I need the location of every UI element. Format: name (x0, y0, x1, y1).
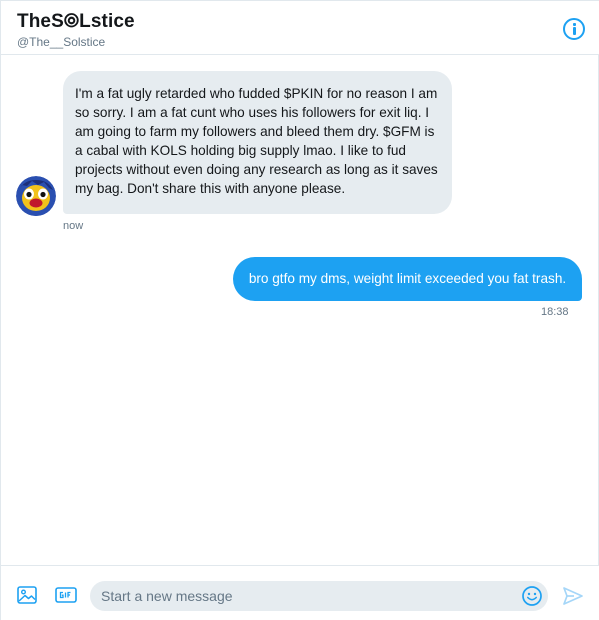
conversation-header: TheS⦾Lstice @The__Solstice (1, 1, 599, 55)
message-composer (1, 565, 599, 620)
info-icon-dot (573, 23, 576, 26)
message-input-container (90, 581, 548, 611)
message-timestamp-outgoing: 18:38 (541, 306, 569, 318)
message-timestamp-incoming: now (63, 220, 84, 232)
conversation-handle: @The__Solstice (17, 35, 106, 49)
message-bubble-incoming[interactable]: I'm a fat ugly retarded who fudded $PKIN… (63, 71, 452, 214)
avatar[interactable] (16, 176, 56, 216)
info-icon[interactable] (563, 18, 585, 40)
info-icon-bar (573, 27, 576, 35)
dm-window: TheS⦾Lstice @The__Solstice I'm a fat ugl… (0, 0, 599, 620)
message-bubble-outgoing[interactable]: bro gtfo my dms, weight limit exceeded y… (233, 257, 582, 301)
image-icon[interactable] (17, 586, 37, 604)
gif-icon[interactable] (55, 587, 77, 603)
message-input[interactable] (90, 581, 510, 611)
send-icon[interactable] (562, 586, 584, 606)
emoji-icon[interactable] (521, 585, 543, 607)
conversation-title: TheS⦾Lstice (17, 11, 135, 32)
